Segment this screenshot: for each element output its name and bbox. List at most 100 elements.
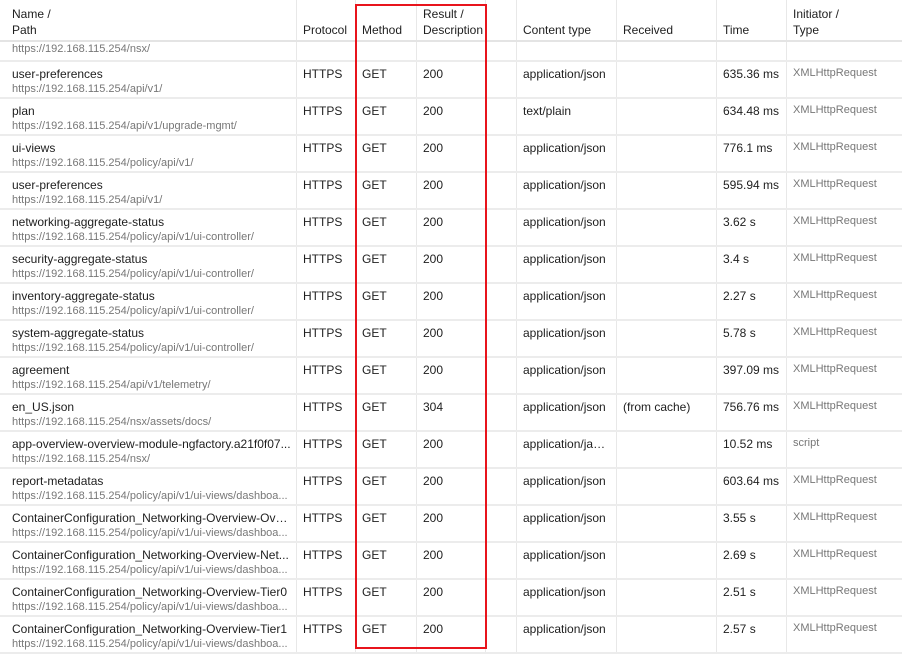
column-header-method[interactable]: Method xyxy=(356,0,417,40)
cell-result: 200 xyxy=(417,284,486,319)
cell-content-type: text/plain xyxy=(517,99,617,134)
cell-time: 3.62 s xyxy=(717,210,787,245)
row-path: https://192.168.115.254/policy/api/v1/ui… xyxy=(12,490,288,502)
column-header-received[interactable]: Received xyxy=(617,0,717,40)
column-header-blank[interactable] xyxy=(486,0,517,40)
cell-received xyxy=(617,136,717,171)
table-row[interactable]: app-overview-overview-module-ngfactory.a… xyxy=(0,432,902,469)
cell-protocol: HTTPS xyxy=(297,543,356,578)
cell-method: GET xyxy=(356,543,417,578)
cell-blank xyxy=(486,506,517,541)
table-row[interactable]: security-aggregate-status https://192.168… xyxy=(0,247,902,284)
cell-protocol: HTTPS xyxy=(297,469,356,504)
cell-protocol: HTTPS xyxy=(297,62,356,97)
table-row[interactable]: ContainerConfiguration_Networking-Overvi… xyxy=(0,617,902,654)
table-row[interactable]: networking-aggregate-status https://192.1… xyxy=(0,210,902,247)
cell-initiator: XMLHttpRequest xyxy=(793,67,877,79)
table-row[interactable]: user-preferences https://192.168.115.254/… xyxy=(0,173,902,210)
row-path: https://192.168.115.254/policy/api/v1/ui… xyxy=(12,268,254,280)
row-path: https://192.168.115.254/policy/api/v1/ xyxy=(12,157,194,169)
cell-time: 634.48 ms xyxy=(717,99,787,134)
table-row[interactable]: user-preferences https://192.168.115.254/… xyxy=(0,62,902,99)
cell-time: 603.64 ms xyxy=(717,469,787,504)
cell-name: ContainerConfiguration_Networking-Overvi… xyxy=(0,617,297,652)
cell-name: report-metadatas https://192.168.115.254/… xyxy=(0,469,297,504)
cell-initiator: XMLHttpRequest xyxy=(793,400,877,412)
column-header-initiator[interactable]: Initiator / Type xyxy=(787,0,902,40)
cell-method: GET xyxy=(356,210,417,245)
cell-received xyxy=(617,173,717,208)
table-row[interactable]: system-aggregate-status https://192.168.1… xyxy=(0,321,902,358)
cell-name: networking-aggregate-status https://192.1… xyxy=(0,210,297,245)
column-header-result[interactable]: Result / Description xyxy=(417,0,486,40)
cell-time: 397.09 ms xyxy=(717,358,787,393)
cell-method: GET xyxy=(356,506,417,541)
table-row[interactable]: ContainerConfiguration_Networking-Overvi… xyxy=(0,580,902,617)
row-name: app-overview-overview-module-ngfactory.a… xyxy=(12,437,291,451)
cell-blank xyxy=(486,617,517,652)
row-path: https://192.168.115.254/policy/api/v1/ui… xyxy=(12,305,254,317)
cell-name: ContainerConfiguration_Networking-Overvi… xyxy=(0,543,297,578)
cell-method: GET xyxy=(356,358,417,393)
table-row[interactable]: report-metadatas https://192.168.115.254/… xyxy=(0,469,902,506)
table-row[interactable]: ContainerConfiguration_Networking-Overvi… xyxy=(0,543,902,580)
row-name: en_US.json xyxy=(12,400,75,414)
cell-content-type: application/json xyxy=(517,580,617,615)
cell-blank xyxy=(486,358,517,393)
cell-initiator: script xyxy=(793,437,820,449)
cell-result: 200 xyxy=(417,321,486,356)
cell-received xyxy=(617,617,717,652)
table-row[interactable]: ContainerConfiguration_Networking-Overvi… xyxy=(0,506,902,543)
row-name: agreement xyxy=(12,363,70,377)
cell-protocol: HTTPS xyxy=(297,617,356,652)
row-path: https://192.168.115.254/policy/api/v1/ui… xyxy=(12,638,288,650)
cell-name: system-aggregate-status https://192.168.1… xyxy=(0,321,297,356)
cell-name: en_US.json https://192.168.115.254/nsx/as… xyxy=(0,395,297,430)
column-header-time[interactable]: Time xyxy=(717,0,787,40)
row-name: security-aggregate-status xyxy=(12,252,148,266)
row-name: ui-views xyxy=(12,141,56,155)
row-path: https://192.168.115.254/nsx/ xyxy=(12,453,151,465)
row-name: user-preferences xyxy=(12,178,103,192)
cell-protocol: HTTPS xyxy=(297,432,356,467)
cell-content-type: application/json xyxy=(517,321,617,356)
column-header-protocol[interactable]: Protocol xyxy=(297,0,356,40)
cell-method: GET xyxy=(356,395,417,430)
cell-result: 200 xyxy=(417,210,486,245)
cell-method: GET xyxy=(356,321,417,356)
cell-name: ContainerConfiguration_Networking-Overvi… xyxy=(0,506,297,541)
cell-protocol: HTTPS xyxy=(297,99,356,134)
table-row[interactable]: agreement https://192.168.115.254/api/v1/… xyxy=(0,358,902,395)
cell-result: 304 xyxy=(417,395,486,430)
cell-received xyxy=(617,321,717,356)
cell-blank xyxy=(486,543,517,578)
cell-received xyxy=(617,284,717,319)
table-row[interactable]: en_US.json https://192.168.115.254/nsx/as… xyxy=(0,395,902,432)
cell-method: GET xyxy=(356,173,417,208)
cell-blank xyxy=(486,173,517,208)
cell-initiator: XMLHttpRequest xyxy=(793,104,877,116)
table-row[interactable]: plan https://192.168.115.254/api/v1/upgra… xyxy=(0,99,902,136)
column-header-name[interactable]: Name / Path xyxy=(0,0,297,40)
cell-content-type: application/java... xyxy=(517,432,617,467)
cell-content-type: application/json xyxy=(517,617,617,652)
cell-time: 10.52 ms xyxy=(717,432,787,467)
table-row[interactable]: inventory-aggregate-status https://192.16… xyxy=(0,284,902,321)
cell-name: inventory-aggregate-status https://192.16… xyxy=(0,284,297,319)
cell-blank xyxy=(486,62,517,97)
cell-protocol: HTTPS xyxy=(297,506,356,541)
cell-protocol: HTTPS xyxy=(297,173,356,208)
cell-name: plan https://192.168.115.254/api/v1/upgra… xyxy=(0,99,297,134)
cell-initiator: XMLHttpRequest xyxy=(793,178,877,190)
cell-content-type: application/json xyxy=(517,543,617,578)
table-row-partial[interactable]: https://192.168.115.254/nsx/ xyxy=(0,42,902,62)
cell-result: 200 xyxy=(417,543,486,578)
header-initiator-label: Initiator / xyxy=(793,7,840,21)
cell-time: 635.36 ms xyxy=(717,62,787,97)
table-row[interactable]: ui-views https://192.168.115.254/policy/a… xyxy=(0,136,902,173)
column-header-content-type[interactable]: Content type xyxy=(517,0,617,40)
row-name: ContainerConfiguration_Networking-Overvi… xyxy=(12,585,288,599)
row-path: https://192.168.115.254/nsx/ xyxy=(12,43,151,55)
row-name: user-preferences xyxy=(12,67,103,81)
cell-blank xyxy=(486,284,517,319)
